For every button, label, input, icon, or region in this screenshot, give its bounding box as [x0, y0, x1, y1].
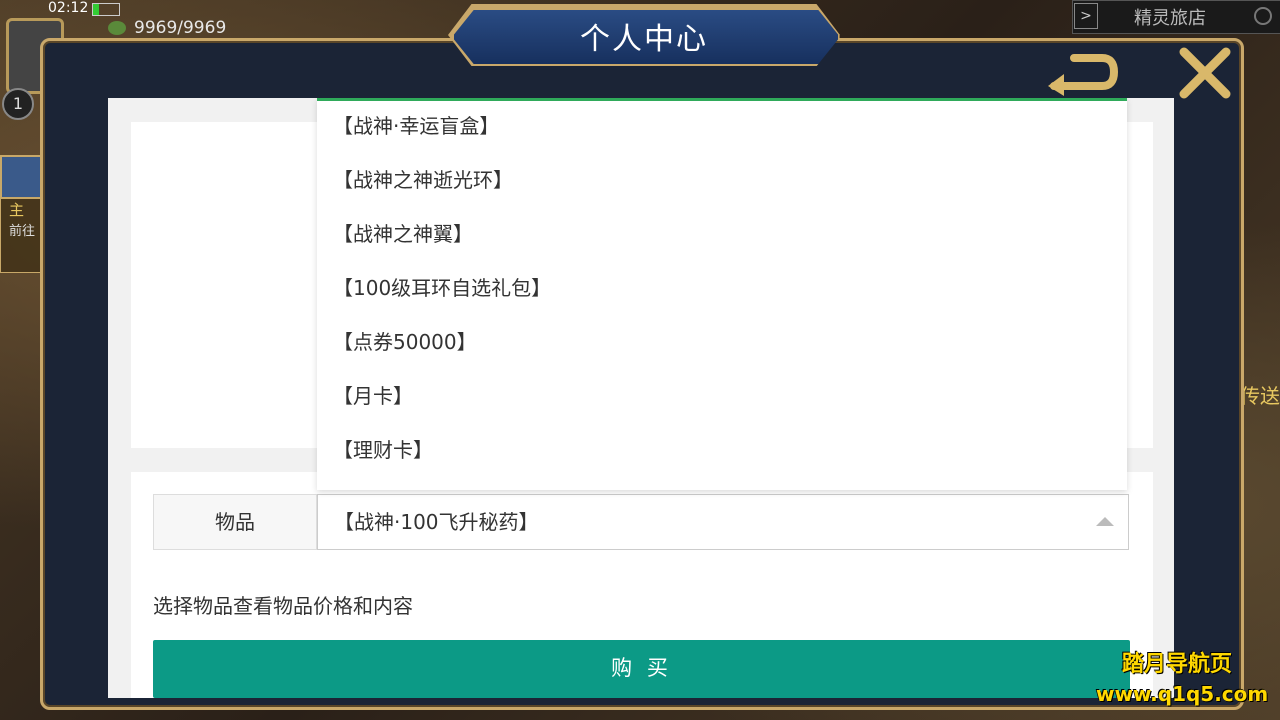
search-icon[interactable] [1254, 7, 1272, 25]
dialog-title: 个人中心 [580, 22, 708, 57]
quest-sub: 前往 [9, 224, 36, 239]
dropdown-option[interactable]: 【点券50000】 [317, 315, 1127, 369]
hint-text: 选择物品查看物品价格和内容 [153, 594, 413, 618]
content-panel: 物品 【战神·100飞升秘药】 选择物品查看物品价格和内容 购 买 【战神·幸运… [108, 98, 1174, 698]
status-time: 02:12 [48, 0, 89, 16]
battery-icon [92, 3, 120, 16]
back-button[interactable] [1044, 48, 1119, 98]
close-button[interactable] [1176, 44, 1234, 102]
stamina-counter: 9969/9969 [108, 18, 226, 38]
dropdown-option[interactable]: 【理财卡】 [317, 423, 1127, 477]
dropdown-option[interactable]: 【100级耳环自选礼包】 [317, 261, 1127, 315]
dropdown-option[interactable]: 【战神之神逝光环】 [317, 153, 1127, 207]
watermark-url: www.q1q5.com [1096, 682, 1269, 706]
selected-item-value: 【战神·100飞升秘药】 [334, 510, 539, 534]
stamina-value: 9969/9969 [134, 18, 227, 38]
leaf-icon [108, 21, 126, 35]
back-arrow-icon [1048, 54, 1119, 96]
quest-title: 主 [9, 201, 25, 219]
item-field-label: 物品 [153, 494, 317, 550]
close-icon [1179, 47, 1231, 99]
teleport-text: 传送 [1240, 384, 1280, 408]
quest-tracker[interactable]: 主 前往 [0, 198, 44, 273]
item-select[interactable]: 【战神·100飞升秘药】 [317, 494, 1129, 550]
caret-up-icon [1096, 517, 1114, 526]
buy-button[interactable]: 购 买 [153, 640, 1130, 698]
dropdown-option[interactable]: 【战神之神翼】 [317, 207, 1127, 261]
expand-arrow-button[interactable]: > [1074, 3, 1098, 29]
dropdown-option[interactable]: 【战神·幸运盲盒】 [317, 101, 1127, 153]
level-badge: 1 [2, 88, 34, 120]
item-dropdown-list[interactable]: 【战神·幸运盲盒】 【战神之神逝光环】 【战神之神翼】 【100级耳环自选礼包】… [317, 98, 1127, 490]
location-label: 精灵旅店 [1134, 8, 1206, 29]
dropdown-option[interactable]: 【月卡】 [317, 369, 1127, 423]
watermark-title: 踏月导航页 [1122, 652, 1233, 677]
